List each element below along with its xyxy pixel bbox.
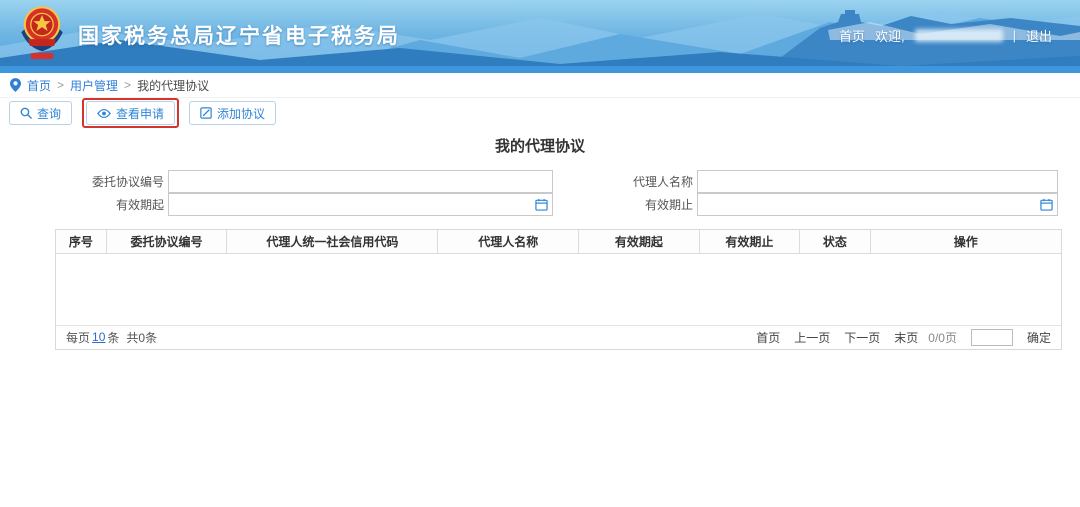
field-valid-from: 有效期起 (0, 193, 553, 216)
page-indicator: 0/0页 (928, 330, 957, 345)
agreement-no-input[interactable] (169, 171, 552, 192)
tax-bureau-emblem-logo (21, 6, 63, 59)
search-icon (20, 107, 32, 119)
per-page-prefix: 每页 (66, 330, 91, 345)
breadcrumb-separator: > (57, 78, 65, 92)
first-page-link[interactable]: 首页 (756, 329, 780, 346)
header-nav: 首页 欢迎, | 退出 (839, 26, 1052, 45)
calendar-icon[interactable] (1040, 198, 1053, 211)
valid-from-label: 有效期起 (115, 198, 164, 212)
next-page-link[interactable]: 下一页 (844, 329, 880, 346)
agreement-no-label: 委托协议编号 (91, 175, 164, 189)
pagination-summary: 每页 10 条 共0条 (66, 329, 157, 346)
header-home-link[interactable]: 首页 (839, 26, 865, 45)
toolbar: 查询 查看申请 添加协议 (0, 98, 1080, 128)
view-application-button-label: 查看申请 (116, 106, 165, 121)
pagination-bar: 每页 10 条 共0条 首页 上一页 下一页 末页 0/0页 确定 (56, 324, 1061, 349)
edit-icon (200, 107, 212, 119)
per-page-size-link[interactable]: 10 (92, 330, 105, 344)
agent-name-input[interactable] (698, 171, 1057, 192)
field-valid-to: 有效期止 (553, 193, 1080, 216)
field-agreement-no: 委托协议编号 (0, 170, 553, 193)
location-pin-icon (10, 78, 21, 92)
breadcrumb-home[interactable]: 首页 (27, 77, 51, 94)
redacted-username (914, 29, 1003, 42)
page-title: 我的代理协议 (494, 138, 585, 155)
red-highlight-annotation: 查看申请 (82, 98, 180, 128)
search-form: 委托协议编号 代理人名称 有效期起 有效期止 (0, 170, 1080, 216)
valid-to-input[interactable] (698, 194, 1057, 215)
page-jump-input[interactable] (970, 328, 1013, 346)
logout-link[interactable]: 退出 (1026, 26, 1052, 45)
valid-to-label: 有效期止 (644, 198, 693, 212)
query-button[interactable]: 查询 (9, 101, 73, 125)
breadcrumb-user-management[interactable]: 用户管理 (70, 77, 118, 94)
pagination-controls: 首页 上一页 下一页 末页 0/0页 确定 (756, 328, 1051, 346)
prev-page-link[interactable]: 上一页 (794, 329, 830, 346)
banner-bottom-strip (0, 66, 1080, 73)
confirm-page-button[interactable]: 确定 (1027, 329, 1051, 346)
col-valid-from: 有效期起 (578, 230, 700, 254)
site-title: 国家税务总局辽宁省电子税务局 (78, 25, 400, 48)
add-agreement-button-label: 添加协议 (217, 106, 266, 121)
col-seq: 序号 (56, 230, 107, 254)
col-credit-code: 代理人统一社会信用代码 (226, 230, 439, 254)
col-agreement-no: 委托协议编号 (106, 230, 228, 254)
total-count-label: 共0条 (126, 330, 158, 345)
col-status: 状态 (799, 230, 871, 254)
eye-icon (97, 108, 111, 118)
per-page-suffix: 条 (107, 330, 120, 345)
header-banner: 国家税务总局辽宁省电子税务局 首页 欢迎, | 退出 (0, 0, 1080, 73)
field-agent-name: 代理人名称 (553, 170, 1080, 193)
last-page-link[interactable]: 末页 (894, 329, 918, 346)
col-actions: 操作 (870, 230, 1061, 254)
breadcrumb-separator: > (124, 78, 132, 92)
search-form-section: 委托协议编号 代理人名称 有效期起 有效期止 (0, 170, 1080, 216)
welcome-label: 欢迎, (874, 29, 905, 44)
agent-name-label: 代理人名称 (632, 175, 693, 189)
breadcrumb-current-page: 我的代理协议 (137, 78, 210, 93)
query-button-label: 查询 (37, 106, 62, 121)
breadcrumb: 首页 > 用户管理 > 我的代理协议 (0, 73, 1080, 98)
results-table: 序号 委托协议编号 代理人统一社会信用代码 代理人名称 有效期起 有效期止 状态… (55, 229, 1062, 350)
nav-separator: | (1012, 28, 1016, 43)
view-application-button[interactable]: 查看申请 (86, 101, 176, 125)
col-valid-to: 有效期止 (699, 230, 801, 254)
col-agent-name: 代理人名称 (437, 230, 580, 254)
table-header-row: 序号 委托协议编号 代理人统一社会信用代码 代理人名称 有效期起 有效期止 状态… (56, 230, 1061, 254)
empty-table-body (56, 253, 1061, 325)
valid-from-input[interactable] (169, 194, 552, 215)
calendar-icon[interactable] (535, 198, 548, 211)
add-agreement-button[interactable]: 添加协议 (189, 101, 277, 125)
